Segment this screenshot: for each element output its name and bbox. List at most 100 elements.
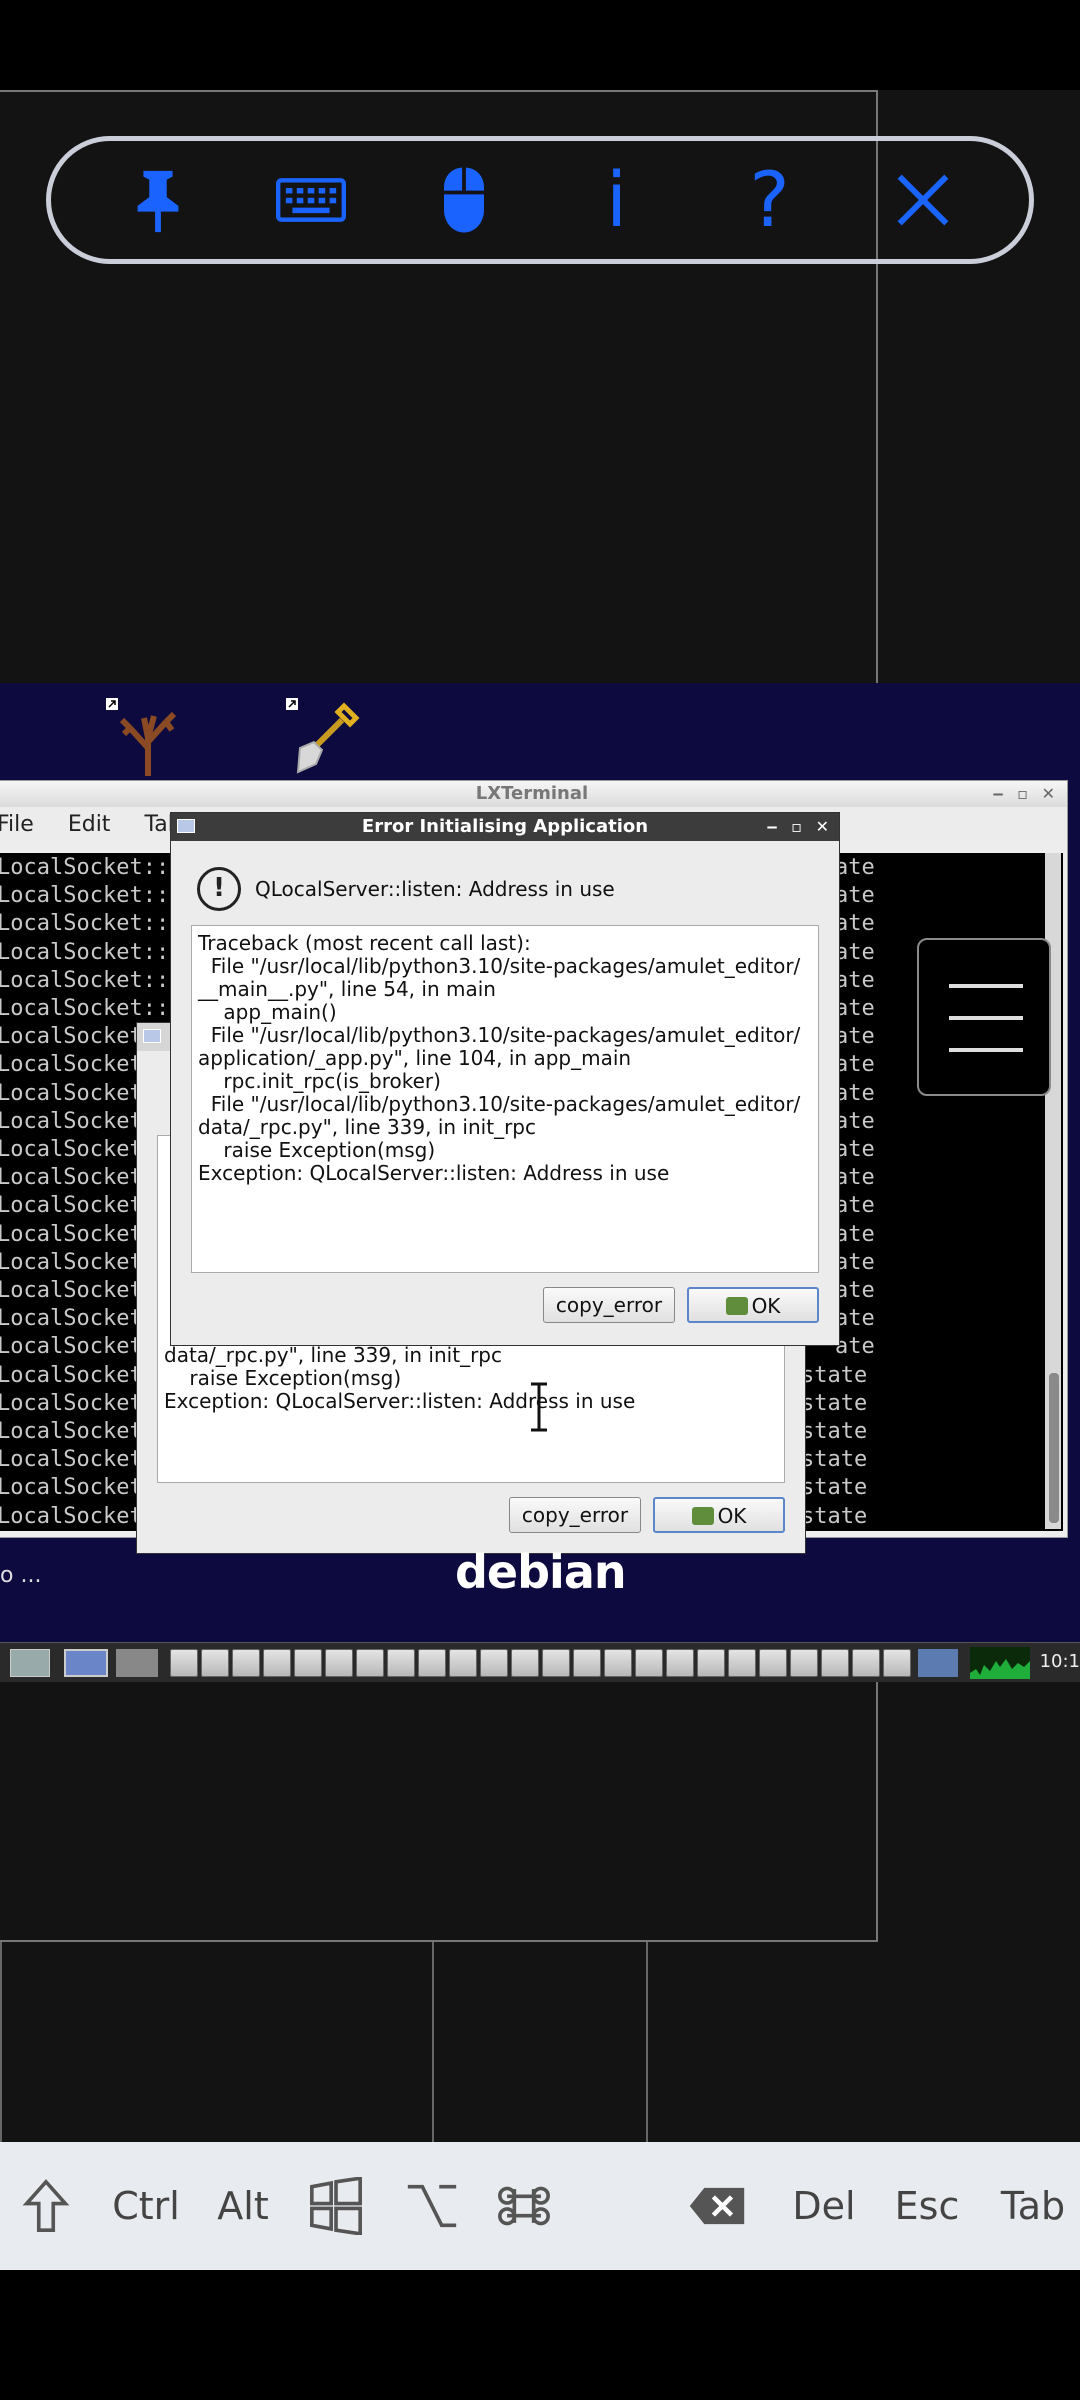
taskbar-window-button[interactable] <box>759 1649 787 1677</box>
workspace-icon[interactable] <box>64 1649 108 1677</box>
menu-file[interactable]: File <box>0 812 34 837</box>
taskbar-window-button[interactable] <box>728 1649 756 1677</box>
shovel-desktop-icon[interactable] <box>286 698 366 778</box>
terminal-line: LocalSocket <box>0 1419 143 1444</box>
terminal-line: LocalSocket <box>0 1362 143 1388</box>
menu-bar-line <box>949 1016 1023 1020</box>
taskbar-window-button[interactable] <box>573 1649 601 1677</box>
taskbar-window-button[interactable] <box>883 1649 911 1677</box>
traceback-content: data/_rpc.py", line 339, in init_rpc rai… <box>164 1343 636 1413</box>
windows-icon[interactable] <box>300 2142 372 2270</box>
scrollbar-thumb[interactable] <box>1049 1373 1059 1523</box>
terminal-line-tail: ate <box>835 883 875 909</box>
terminal-line: LocalSocket <box>0 1165 143 1191</box>
clock[interactable]: 10:1 <box>1040 1651 1080 1672</box>
shift-icon[interactable] <box>14 2142 78 2270</box>
window-menu-icon[interactable] <box>177 819 195 833</box>
escape-key[interactable]: Esc <box>888 2142 966 2270</box>
command-icon[interactable] <box>488 2142 560 2270</box>
alt-key[interactable]: Alt <box>210 2142 276 2270</box>
text-cursor-icon <box>531 1382 547 1432</box>
taskbar-window-button[interactable] <box>387 1649 415 1677</box>
dialog-titlebar[interactable]: Error Initialising Application ‒ ▫ ✕ <box>171 813 839 841</box>
taskbar-window-button[interactable] <box>511 1649 539 1677</box>
mouse-icon[interactable] <box>419 155 509 245</box>
taskbar-window-button[interactable] <box>263 1649 291 1677</box>
tree-desktop-icon[interactable] <box>106 698 186 778</box>
pin-icon[interactable] <box>113 155 203 245</box>
copy-error-button[interactable]: copy_error <box>509 1497 641 1533</box>
dialog-title: Error Initialising Application <box>361 816 649 837</box>
taskbar-window-button[interactable] <box>918 1649 958 1677</box>
taskbar-window-button[interactable] <box>821 1649 849 1677</box>
taskbar-window-button[interactable] <box>666 1649 694 1677</box>
help-button[interactable]: ? <box>725 155 815 245</box>
taskbar-window-button[interactable] <box>697 1649 725 1677</box>
ctrl-key[interactable]: Ctrl <box>106 2142 186 2270</box>
terminal-line-tail: state <box>801 1390 868 1416</box>
copy-error-button[interactable]: copy_error <box>543 1287 675 1323</box>
workspace-icon[interactable] <box>116 1649 158 1677</box>
terminal-line-tail: ate <box>835 1024 875 1050</box>
terminal-line: LocalSocket <box>0 1024 143 1050</box>
terminal-line-tail: ate <box>835 855 875 880</box>
error-dialog[interactable]: Error Initialising Application ‒ ▫ ✕ ! Q… <box>170 812 840 1346</box>
terminal-line-tail: ate <box>835 1165 875 1191</box>
launching-text: o ... <box>0 1563 42 1588</box>
show-desktop-icon[interactable] <box>10 1649 50 1677</box>
info-button[interactable]: i <box>572 155 662 245</box>
taskbar-window-button[interactable] <box>852 1649 880 1677</box>
window-controls[interactable]: ‒ ▫ ✕ <box>766 813 833 841</box>
terminal-line-tail: ate <box>835 1052 875 1078</box>
taskbar-window-button[interactable] <box>790 1649 818 1677</box>
terminal-line: LocalSocket:: <box>0 883 170 909</box>
terminal-line-tail: state <box>801 1362 868 1388</box>
window-controls[interactable]: ‒ ▫ ✕ <box>992 781 1059 807</box>
taskbar-window-button[interactable] <box>449 1649 477 1677</box>
taskbar-window-button[interactable] <box>294 1649 322 1677</box>
backspace-icon[interactable] <box>676 2142 758 2270</box>
taskbar-window-button[interactable] <box>201 1649 229 1677</box>
terminal-line-tail: ate <box>835 1278 875 1303</box>
terminal-line: LocalSocket <box>0 1108 143 1134</box>
tab-key[interactable]: Tab <box>992 2142 1074 2270</box>
lxterminal-titlebar[interactable]: LXTerminal ‒ ▫ ✕ <box>0 781 1067 807</box>
taskbar-window-button[interactable] <box>418 1649 446 1677</box>
taskbar-window-button[interactable] <box>356 1649 384 1677</box>
terminal-line: LocalSocket:: <box>0 939 170 965</box>
frame-divider <box>646 1942 648 2142</box>
terminal-line-tail: ate <box>835 1080 875 1106</box>
taskbar-window-button[interactable] <box>232 1649 260 1677</box>
terminal-line-tail: ate <box>835 1334 875 1360</box>
terminal-line: LocalSocket <box>0 1193 143 1219</box>
debian-logo: debian <box>455 1545 627 1599</box>
option-icon[interactable] <box>396 2142 468 2270</box>
delete-key[interactable]: Del <box>786 2142 862 2270</box>
taskbar-window-button[interactable] <box>635 1649 663 1677</box>
taskbar-window-button[interactable] <box>170 1649 198 1677</box>
special-keys-bar: Ctrl Alt Del Esc Tab <box>0 2142 1080 2270</box>
desktop-taskbar: 10:1 <box>0 1642 1080 1682</box>
cpu-monitor <box>970 1647 1030 1679</box>
keyboard-icon[interactable] <box>266 155 356 245</box>
taskbar-window-button[interactable] <box>325 1649 353 1677</box>
terminal-line-tail: ate <box>835 1221 875 1247</box>
traceback-text[interactable]: Traceback (most recent call last): File … <box>191 925 819 1273</box>
taskbar-window-button[interactable] <box>604 1649 632 1677</box>
terminal-line: LocalSocket <box>0 1137 143 1162</box>
terminal-line: LocalSocket:: <box>0 996 170 1021</box>
close-icon[interactable] <box>878 155 968 245</box>
ok-button[interactable]: OK <box>653 1497 785 1533</box>
terminal-line: LocalSocket <box>0 1334 143 1360</box>
window-menu-icon[interactable] <box>143 1029 161 1043</box>
terminal-line-tail: ate <box>835 1306 875 1332</box>
ok-button[interactable]: OK <box>687 1287 819 1323</box>
taskbar-window-button[interactable] <box>542 1649 570 1677</box>
taskbar-window-button[interactable] <box>480 1649 508 1677</box>
menu-edit[interactable]: Edit <box>68 812 111 837</box>
terminal-line: LocalSocket <box>0 1306 143 1332</box>
menu-button[interactable] <box>917 938 1051 1096</box>
terminal-line-tail: ate <box>835 967 875 993</box>
window-title: LXTerminal <box>475 783 589 804</box>
terminal-line: LocalSocket <box>0 1390 143 1416</box>
